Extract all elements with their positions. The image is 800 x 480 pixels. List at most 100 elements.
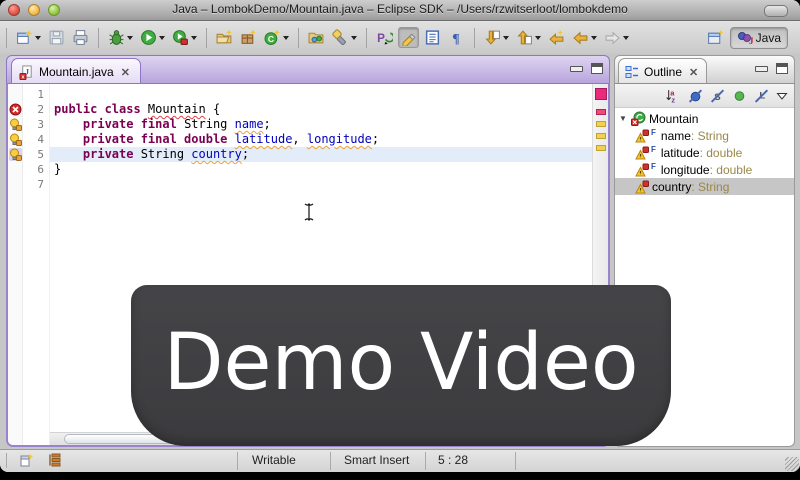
search-button[interactable] xyxy=(330,27,359,48)
hide-fields-icon[interactable] xyxy=(688,88,703,103)
print-button[interactable] xyxy=(70,27,91,48)
quickfix-bulb-icon[interactable] xyxy=(9,133,22,146)
dropdown-caret[interactable] xyxy=(283,36,289,40)
new-class-button[interactable]: C xyxy=(262,27,291,48)
overview-warning-marker[interactable] xyxy=(596,145,606,151)
new-wizard-button[interactable] xyxy=(14,27,43,48)
outline-item-name[interactable]: Fname : String xyxy=(615,127,794,144)
hide-static-icon[interactable]: S xyxy=(710,88,725,103)
save-button[interactable] xyxy=(46,27,67,48)
dropdown-caret[interactable] xyxy=(191,36,197,40)
overview-warning-marker[interactable] xyxy=(596,121,606,127)
new-java-project-button[interactable] xyxy=(214,27,235,48)
show-whitespace-button[interactable]: ¶ xyxy=(446,27,467,48)
close-outline-icon[interactable]: ✕ xyxy=(689,66,698,79)
new-package-button[interactable] xyxy=(238,27,259,48)
code-line-7[interactable] xyxy=(54,177,592,192)
code-line-2[interactable]: public class Mountain { xyxy=(54,102,592,117)
title-bar[interactable]: Java – LombokDemo/Mountain.java – Eclips… xyxy=(0,0,800,21)
code-segment: String xyxy=(141,147,192,161)
dropdown-caret[interactable] xyxy=(127,36,133,40)
toolbar-separator xyxy=(6,28,7,48)
hide-local-types-icon[interactable]: L xyxy=(754,88,769,103)
outline-item-latitude[interactable]: Flatitude : double xyxy=(615,144,794,161)
quickfix-bulb-icon[interactable] xyxy=(9,118,22,131)
previous-annotation-button[interactable] xyxy=(514,27,543,48)
code-line-1[interactable] xyxy=(54,87,592,102)
plugin-artifact-icon: P xyxy=(376,29,393,46)
show-whitespace-icon: ¶ xyxy=(448,29,465,46)
back-button[interactable] xyxy=(570,27,599,48)
run-button[interactable] xyxy=(138,27,167,48)
dropdown-caret[interactable] xyxy=(535,36,541,40)
open-plugin-artifact-button[interactable]: P xyxy=(374,27,395,48)
mark-occurrences-button[interactable] xyxy=(398,27,419,48)
run-external-tools-button[interactable] xyxy=(170,27,199,48)
code-segment xyxy=(54,132,83,146)
new-package-icon xyxy=(240,29,257,46)
overview-warning-marker[interactable] xyxy=(596,133,606,139)
dropdown-caret[interactable] xyxy=(623,36,629,40)
dropdown-caret[interactable] xyxy=(503,36,509,40)
new-wizard-icon xyxy=(16,29,33,46)
code-segment: { xyxy=(206,102,220,116)
dropdown-caret[interactable] xyxy=(35,36,41,40)
window-resize-grip[interactable] xyxy=(785,457,799,471)
forward-button[interactable] xyxy=(602,27,631,48)
open-perspective-button[interactable] xyxy=(705,27,726,48)
dropdown-caret[interactable] xyxy=(591,36,597,40)
forward-icon xyxy=(604,29,621,46)
toolbar-toggle-capsule[interactable] xyxy=(764,5,788,17)
sort-icon[interactable]: az xyxy=(666,88,681,103)
minimize-view-icon[interactable] xyxy=(755,66,768,72)
dropdown-caret[interactable] xyxy=(351,36,357,40)
tab-mountain-java[interactable]: Jx Mountain.java ✕ xyxy=(11,58,141,84)
dropdown-caret[interactable] xyxy=(159,36,165,40)
outline-item-type: : String xyxy=(691,180,729,194)
show-selected-source-icon xyxy=(424,29,441,46)
maximize-view-icon[interactable] xyxy=(591,63,603,74)
close-tab-icon[interactable]: ✕ xyxy=(121,66,130,79)
code-segment: private final xyxy=(83,117,184,131)
outline-item-Mountain[interactable]: ▼Mountain xyxy=(615,110,794,127)
view-menu-icon[interactable] xyxy=(776,90,788,102)
show-selected-source-button[interactable] xyxy=(422,27,443,48)
tab-outline[interactable]: Outline ✕ xyxy=(618,58,707,85)
fast-view-icon[interactable] xyxy=(19,452,35,468)
save-icon xyxy=(48,29,65,46)
maximize-view-icon[interactable] xyxy=(776,63,788,74)
toolbar-separator xyxy=(474,28,475,48)
show-public-icon[interactable] xyxy=(732,88,747,103)
overview-error-marker[interactable] xyxy=(596,109,606,115)
open-type-button[interactable] xyxy=(306,27,327,48)
editor-tab-label: Mountain.java xyxy=(39,65,114,79)
code-line-6[interactable]: } xyxy=(54,162,592,177)
line-number: 7 xyxy=(23,177,49,192)
tree-expander-icon[interactable]: ▼ xyxy=(619,114,631,123)
demo-video-overlay: Demo Video xyxy=(131,285,671,446)
final-adornment: F xyxy=(651,145,656,154)
print-icon xyxy=(72,29,89,46)
next-annotation-button[interactable] xyxy=(482,27,511,48)
code-line-3[interactable]: private final String name; xyxy=(54,117,592,132)
outline-item-country[interactable]: country : String xyxy=(615,178,794,195)
outline-item-longitude[interactable]: Flongitude : double xyxy=(615,161,794,178)
minimize-view-icon[interactable] xyxy=(570,66,583,72)
java-perspective-button[interactable]: J Java xyxy=(730,27,788,49)
statusbar-separator xyxy=(237,452,238,470)
error-marker-icon[interactable] xyxy=(9,103,22,116)
quickfix-bulb-icon[interactable] xyxy=(9,148,22,161)
last-edit-location-button[interactable] xyxy=(546,27,567,48)
code-segment: , xyxy=(292,132,306,146)
debug-button[interactable] xyxy=(106,27,135,48)
code-line-5[interactable]: private String country; xyxy=(54,147,592,162)
open-perspective-icon xyxy=(707,29,724,46)
caret-position-status: 5 : 28 xyxy=(438,453,468,467)
code-segment: Mountain xyxy=(148,102,206,116)
eclipse-window: Java – LombokDemo/Mountain.java – Eclips… xyxy=(0,0,800,472)
code-line-4[interactable]: private final double latitude, longitude… xyxy=(54,132,592,147)
outline-shortcut-icon[interactable] xyxy=(47,452,63,468)
annotation-ruler[interactable] xyxy=(8,84,23,445)
debug-icon xyxy=(108,29,125,46)
toolbar-separator xyxy=(298,28,299,48)
